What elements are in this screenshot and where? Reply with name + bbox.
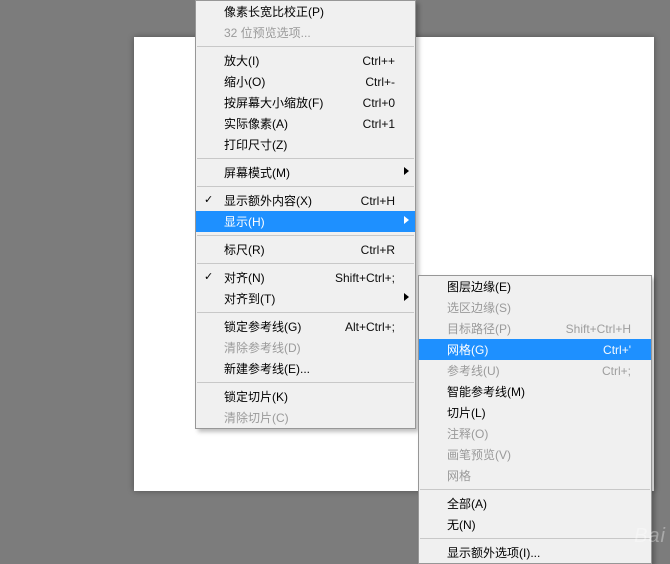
submenu-arrow-icon — [404, 216, 409, 224]
menu-item-snap[interactable]: ✓对齐(N)Shift+Ctrl+; — [196, 267, 415, 288]
menu-item-new-guide[interactable]: 新建参考线(E)... — [196, 358, 415, 379]
menu-item-32bit-preview[interactable]: 32 位预览选项... — [196, 22, 415, 43]
submenu-item-notes[interactable]: 注释(O) — [419, 423, 651, 444]
menu-item-show[interactable]: 显示(H) — [196, 211, 415, 232]
menu-separator — [420, 538, 650, 539]
submenu-arrow-icon — [404, 167, 409, 175]
submenu-item-all[interactable]: 全部(A) — [419, 493, 651, 514]
menu-item-actual-pixels[interactable]: 实际像素(A)Ctrl+1 — [196, 113, 415, 134]
menu-item-pixel-aspect[interactable]: 像素长宽比校正(P) — [196, 1, 415, 22]
menu-item-clear-slices[interactable]: 清除切片(C) — [196, 407, 415, 428]
submenu-item-mesh[interactable]: 网格 — [419, 465, 651, 486]
submenu-item-smart-guides[interactable]: 智能参考线(M) — [419, 381, 651, 402]
submenu-item-grid[interactable]: 网格(G)Ctrl+' — [419, 339, 651, 360]
menu-separator — [420, 489, 650, 490]
menu-separator — [197, 46, 414, 47]
menu-item-snap-to[interactable]: 对齐到(T) — [196, 288, 415, 309]
show-submenu: 图层边缘(E) 选区边缘(S) 目标路径(P)Shift+Ctrl+H 网格(G… — [418, 275, 652, 564]
menu-item-fit-screen[interactable]: 按屏幕大小缩放(F)Ctrl+0 — [196, 92, 415, 113]
menu-separator — [197, 235, 414, 236]
menu-separator — [197, 312, 414, 313]
submenu-item-selection-edges[interactable]: 选区边缘(S) — [419, 297, 651, 318]
menu-item-rulers[interactable]: 标尺(R)Ctrl+R — [196, 239, 415, 260]
checkmark-icon: ✓ — [204, 270, 213, 283]
checkmark-icon: ✓ — [204, 193, 213, 206]
menu-separator — [197, 186, 414, 187]
menu-separator — [197, 263, 414, 264]
submenu-item-guides[interactable]: 参考线(U)Ctrl+; — [419, 360, 651, 381]
submenu-arrow-icon — [404, 293, 409, 301]
menu-item-extras[interactable]: ✓显示额外内容(X)Ctrl+H — [196, 190, 415, 211]
menu-separator — [197, 158, 414, 159]
menu-separator — [197, 382, 414, 383]
watermark: Bai — [634, 525, 666, 548]
menu-item-lock-guides[interactable]: 锁定参考线(G)Alt+Ctrl+; — [196, 316, 415, 337]
menu-item-clear-guides[interactable]: 清除参考线(D) — [196, 337, 415, 358]
submenu-item-slices[interactable]: 切片(L) — [419, 402, 651, 423]
submenu-item-layer-edges[interactable]: 图层边缘(E) — [419, 276, 651, 297]
submenu-item-target-path[interactable]: 目标路径(P)Shift+Ctrl+H — [419, 318, 651, 339]
submenu-item-brush-preview[interactable]: 画笔预览(V) — [419, 444, 651, 465]
submenu-item-none[interactable]: 无(N) — [419, 514, 651, 535]
menu-item-lock-slices[interactable]: 锁定切片(K) — [196, 386, 415, 407]
view-menu: 像素长宽比校正(P) 32 位预览选项... 放大(I)Ctrl++ 缩小(O)… — [195, 0, 416, 429]
menu-item-zoom-out[interactable]: 缩小(O)Ctrl+- — [196, 71, 415, 92]
menu-item-screen-mode[interactable]: 屏幕模式(M) — [196, 162, 415, 183]
menu-item-zoom-in[interactable]: 放大(I)Ctrl++ — [196, 50, 415, 71]
submenu-item-show-extras-options[interactable]: 显示额外选项(I)... — [419, 542, 651, 563]
menu-item-print-size[interactable]: 打印尺寸(Z) — [196, 134, 415, 155]
